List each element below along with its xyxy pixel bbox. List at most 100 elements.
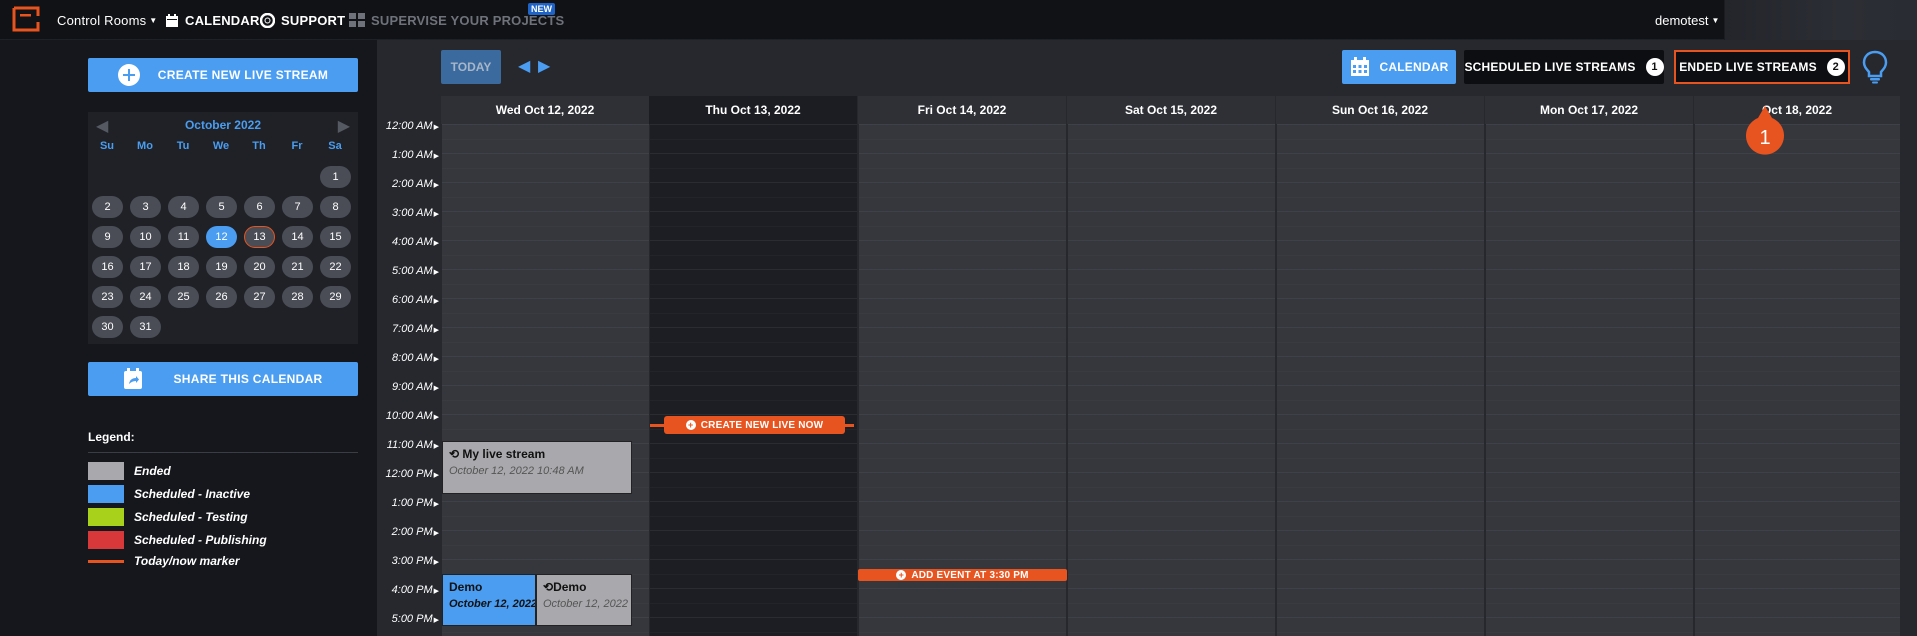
- event-demo-ended[interactable]: ⟲Demo October 12, 2022: [536, 574, 632, 626]
- grid-monitor-icon: [349, 13, 365, 27]
- mini-calendar-day[interactable]: 16: [92, 256, 123, 278]
- scheduled-live-streams-button[interactable]: SCHEDULED LIVE STREAMS 1: [1464, 50, 1664, 84]
- share-calendar-button[interactable]: SHARE THIS CALENDAR: [88, 362, 358, 396]
- time-slot-line: [1695, 283, 1900, 285]
- mini-calendar-day[interactable]: 5: [206, 196, 237, 218]
- time-slot-line: [859, 544, 1066, 546]
- mini-calendar-day[interactable]: 28: [282, 286, 313, 308]
- add-event-button[interactable]: + ADD EVENT AT 3:30 PM: [858, 569, 1067, 581]
- account-panel[interactable]: [1724, 0, 1917, 40]
- mini-calendar-day[interactable]: 17: [130, 256, 161, 278]
- caret-right-icon: ▶: [433, 385, 439, 392]
- mini-calendar-day[interactable]: 25: [168, 286, 199, 308]
- prev-week-icon[interactable]: ◀: [518, 56, 530, 76]
- time-slot-line: [442, 269, 649, 270]
- hour-text: 2:00 PM: [391, 526, 433, 538]
- time-slot-line: [1068, 559, 1275, 560]
- time-slot-line: [650, 327, 857, 328]
- mini-calendar-day[interactable]: 13: [244, 226, 275, 248]
- mini-calendar-day[interactable]: 2: [92, 196, 123, 218]
- time-slot-line: [859, 617, 1066, 618]
- day-column[interactable]: [858, 124, 1066, 636]
- mini-calendar-day[interactable]: 20: [244, 256, 275, 278]
- mini-calendar-day[interactable]: 11: [168, 226, 199, 248]
- time-slot-line: [1486, 225, 1693, 227]
- hour-label: 9:00 AM▶: [377, 381, 439, 393]
- day-column[interactable]: [441, 124, 649, 636]
- time-slot-line: [1277, 254, 1484, 256]
- event-demo-scheduled[interactable]: Demo October 12, 2022: [442, 574, 536, 626]
- create-new-live-stream-button[interactable]: CREATE NEW LIVE STREAM: [88, 58, 358, 92]
- time-slot-line: [650, 588, 857, 589]
- time-slot-line: [1486, 631, 1693, 633]
- time-slot-line: [442, 153, 649, 154]
- mini-calendar-day[interactable]: 24: [130, 286, 161, 308]
- app-logo-icon[interactable]: [10, 6, 42, 32]
- mini-calendar-day[interactable]: 10: [130, 226, 161, 248]
- hour-text: 6:00 AM: [392, 294, 433, 306]
- user-menu[interactable]: demotest ▼: [1655, 0, 1719, 40]
- ended-live-streams-button[interactable]: ENDED LIVE STREAMS 2: [1674, 50, 1850, 84]
- day-column[interactable]: [649, 124, 857, 636]
- mini-calendar-day[interactable]: 8: [320, 196, 351, 218]
- mini-calendar-day[interactable]: 29: [320, 286, 351, 308]
- mini-calendar-day[interactable]: 18: [168, 256, 199, 278]
- mini-calendar-day[interactable]: 4: [168, 196, 199, 218]
- time-slot-line: [1277, 138, 1484, 140]
- day-column[interactable]: [1276, 124, 1484, 636]
- time-slot-line: [859, 472, 1066, 473]
- mini-calendar-day[interactable]: 7: [282, 196, 313, 218]
- time-slot-line: [1277, 182, 1484, 183]
- legend-swatch: [88, 462, 124, 480]
- control-rooms-menu[interactable]: Control Rooms ▼: [57, 0, 157, 40]
- mini-calendar-day[interactable]: 30: [92, 316, 123, 338]
- mini-calendar-day[interactable]: 9: [92, 226, 123, 248]
- caret-right-icon: ▶: [433, 414, 439, 421]
- time-slot-line: [442, 124, 649, 125]
- create-new-live-now-button[interactable]: + CREATE NEW LIVE NOW: [664, 416, 845, 434]
- next-month-icon[interactable]: ▶: [338, 116, 350, 136]
- mini-calendar-day[interactable]: 6: [244, 196, 275, 218]
- time-slot-line: [650, 530, 857, 531]
- time-slot-line: [1277, 153, 1484, 154]
- time-slot-line: [859, 269, 1066, 270]
- mini-calendar-day[interactable]: 3: [130, 196, 161, 218]
- time-slot-line: [650, 414, 857, 415]
- nav-calendar[interactable]: CALENDAR: [165, 0, 260, 40]
- day-column[interactable]: [1067, 124, 1275, 636]
- time-slot-line: [859, 356, 1066, 357]
- event-my-live-stream[interactable]: ⟲ My live stream October 12, 2022 10:48 …: [442, 441, 632, 494]
- time-slot-line: [1695, 631, 1900, 633]
- day-column[interactable]: [1485, 124, 1693, 636]
- day-column[interactable]: [1694, 124, 1900, 636]
- mini-calendar-day[interactable]: 31: [130, 316, 161, 338]
- time-slot-line: [442, 167, 649, 169]
- time-slot-line: [442, 399, 649, 401]
- time-slot-line: [1277, 196, 1484, 198]
- hour-text: 8:00 AM: [392, 352, 433, 364]
- calendar-view-button[interactable]: CALENDAR: [1342, 50, 1456, 84]
- lightbulb-icon[interactable]: [1862, 50, 1888, 84]
- mini-calendar-day[interactable]: 27: [244, 286, 275, 308]
- mini-calendar-day[interactable]: 19: [206, 256, 237, 278]
- time-slot-line: [1068, 573, 1275, 575]
- mini-calendar-day[interactable]: 14: [282, 226, 313, 248]
- next-week-icon[interactable]: ▶: [538, 56, 550, 76]
- mini-calendar-day[interactable]: 22: [320, 256, 351, 278]
- mini-calendar-day[interactable]: 1: [320, 166, 351, 188]
- hour-label: 6:00 AM▶: [377, 294, 439, 306]
- mini-calendar-day[interactable]: 23: [92, 286, 123, 308]
- time-slot-line: [1068, 385, 1275, 386]
- caret-right-icon: ▶: [433, 588, 439, 595]
- mini-calendar-day[interactable]: 26: [206, 286, 237, 308]
- mini-calendar-day[interactable]: 12: [206, 226, 237, 248]
- mini-calendar-day[interactable]: 15: [320, 226, 351, 248]
- today-button[interactable]: TODAY: [441, 50, 501, 84]
- time-slot-line: [1068, 240, 1275, 241]
- mini-calendar-day[interactable]: 21: [282, 256, 313, 278]
- hour-label: 10:00 AM▶: [377, 410, 439, 422]
- nav-support[interactable]: SUPPORT: [260, 0, 345, 40]
- time-slot-line: [1068, 153, 1275, 154]
- top-navigation-bar: Control Rooms ▼ CALENDAR SUPPORT SUPERVI…: [0, 0, 1917, 40]
- time-slot-line: [1277, 530, 1484, 531]
